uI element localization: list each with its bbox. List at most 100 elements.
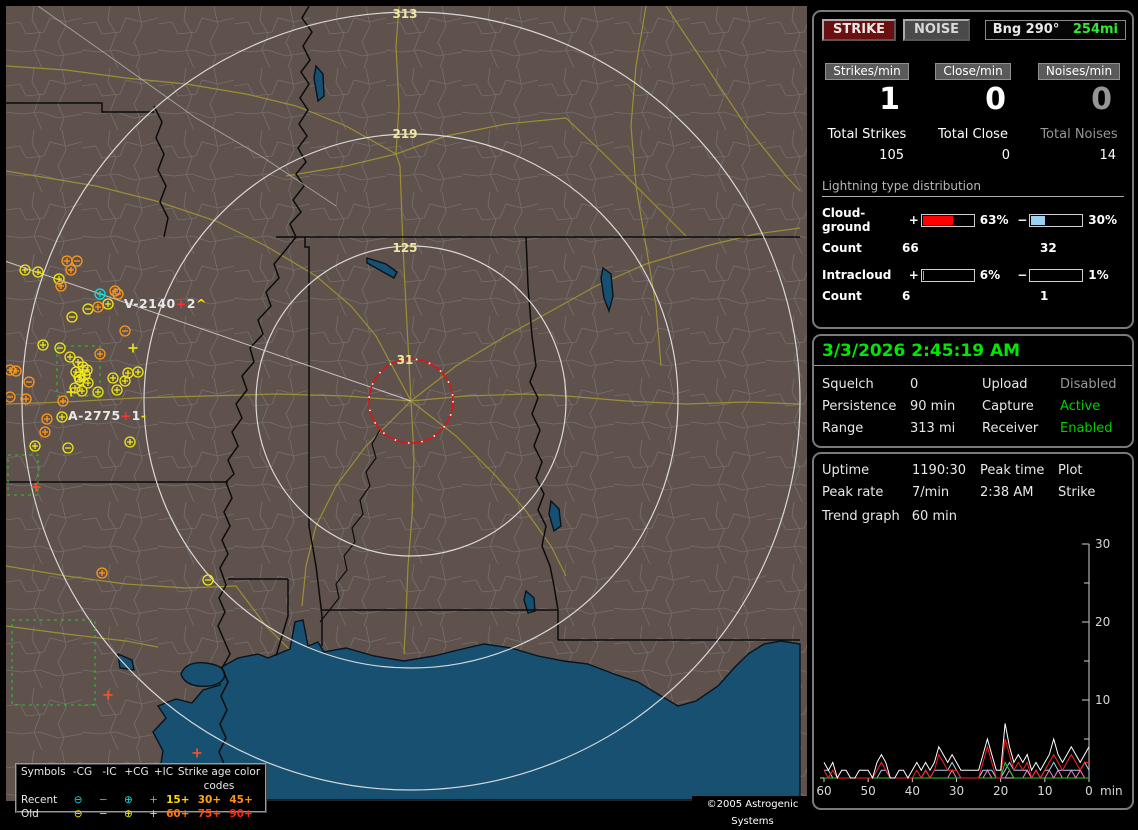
legend-header-row: Symbols -CG -IC +CG +IC Strike age color… — [17, 765, 265, 793]
capture-value: Active — [1060, 399, 1101, 414]
map-canvas: 313 219 125 31 V-2140+2^ A-2775+1- — [0, 5, 807, 801]
noise-mode-button[interactable]: NOISE — [903, 19, 971, 41]
y-tick-label: 20 — [1095, 615, 1110, 629]
total-noises-value: 14 — [1099, 148, 1116, 163]
squelch-label: Squelch — [822, 377, 874, 392]
ic-neg-pct: 1% — [1088, 268, 1109, 282]
ic-pos-icon: + — [149, 808, 158, 820]
legend-age-row-label: Recent — [21, 794, 58, 806]
strikes-per-min-chip: Strikes/min — [825, 63, 909, 80]
cg-pos-count: 66 — [902, 241, 919, 255]
ic-pos-icon: + — [149, 794, 158, 806]
legend-cg-neg-label: -CG — [72, 766, 93, 778]
trend-graph-header: Trend graph 60 min — [814, 500, 1132, 524]
plus-sign: + — [908, 213, 919, 227]
cg-neg-bar — [1029, 213, 1084, 227]
x-tick-label: 20 — [993, 784, 1008, 798]
ring-label-219: 219 — [392, 127, 417, 141]
age-code-30: 30+ — [197, 794, 222, 806]
strike-mode-button[interactable]: STRIKE — [822, 19, 897, 41]
age-code-90: 90+ — [229, 808, 253, 820]
upload-value: Disabled — [1060, 377, 1117, 392]
trend-panel: Uptime 1190:30 Peak time Plot Peak rate … — [812, 452, 1134, 810]
x-axis-unit: min — [1100, 784, 1123, 798]
range-label: Range — [822, 421, 864, 436]
trend-axes — [820, 543, 1090, 782]
lightning-map[interactable]: 313 219 125 31 V-2140+2^ A-2775+1- Symbol… — [0, 5, 813, 827]
noises-rate-value: 0 — [1091, 82, 1112, 117]
total-strikes-value: 105 — [879, 148, 904, 163]
app-root: { "window": { "copyright": "©2005 Astrog… — [0, 0, 1138, 827]
capture-label: Capture — [982, 399, 1034, 414]
status-grid: Squelch 0 Upload Disabled Persistence 90… — [814, 366, 1132, 436]
intracloud-count-row: Count 6 1 — [822, 289, 1124, 303]
lightning-distribution: Lightning type distribution Cloud-ground… — [822, 179, 1124, 303]
legend-age-header: Strike age color codes — [177, 766, 261, 792]
strike-counters-panel: STRIKE NOISE Bng 290° 254mi Strikes/min … — [812, 10, 1134, 329]
x-tick-label: 30 — [949, 784, 964, 798]
age-code-45: 45+ — [229, 794, 253, 806]
cg-neg-icon: ⊖ — [73, 808, 83, 820]
cg-pos-icon: ⊕ — [124, 794, 133, 806]
total-noises-label: Total Noises — [1040, 127, 1118, 142]
ring-label-125: 125 — [392, 241, 417, 255]
range-value: 313 mi — [910, 421, 956, 436]
ic-pos-count: 6 — [902, 289, 911, 303]
legend-row-old: Old ⊖ − ⊕ +60+ 75+ 90+ — [17, 807, 265, 821]
total-strikes-label: Total Strikes — [827, 127, 907, 142]
peak-time-value: 2:38 AM — [980, 485, 1034, 500]
x-tick-label: 40 — [905, 784, 920, 798]
trend-graph-window: 60 min — [911, 509, 957, 524]
legend-row-recent: Recent ⊖ − ⊕ +15+ 30+ 45+ — [17, 793, 265, 807]
peak-time-label: Peak time — [980, 463, 1045, 478]
cg-pos-bar — [920, 213, 975, 227]
trend-graph: 10 20 30 60 50 40 30 20 10 0 min — [816, 537, 1123, 798]
persistence-label: Persistence — [822, 399, 897, 414]
distribution-title: Lightning type distribution — [822, 179, 1124, 197]
receiver-value: Enabled — [1060, 421, 1113, 436]
ic-neg-icon: − — [98, 794, 108, 806]
peak-rate-value: 7/min — [912, 485, 950, 500]
upload-label: Upload — [982, 377, 1028, 392]
cg-pos-icon: ⊕ — [124, 808, 133, 820]
age-code-15: 15+ — [166, 794, 190, 806]
legend-age-row-label: Old — [21, 808, 39, 820]
datetime-display: 3/3/2026 2:45:19 AM — [814, 336, 1132, 366]
total-close-label: Total Close — [938, 127, 1008, 142]
total-close-value: 0 — [1001, 148, 1010, 163]
bearing-range: 254mi — [1072, 22, 1118, 37]
ic-neg-count: 1 — [1040, 289, 1049, 303]
x-tick-label: 60 — [816, 784, 831, 798]
count-label: Count — [822, 241, 862, 255]
count-label: Count — [822, 289, 862, 303]
trend-series-ic-positive — [824, 769, 1089, 780]
trend-graph-label: Trend graph — [822, 509, 900, 524]
y-tick-label: 10 — [1095, 693, 1110, 707]
cloud-ground-row: Cloud-ground + 63% − 30% — [822, 206, 1124, 234]
legend-ic-neg-label: -IC — [102, 766, 117, 778]
y-tick-label: 30 — [1095, 537, 1110, 551]
x-tick-label: 0 — [1085, 784, 1093, 798]
age-code-75: 75+ — [197, 808, 222, 820]
peak-rate-label: Peak rate — [822, 485, 884, 500]
ring-label-31: 31 — [397, 353, 414, 367]
x-tick-label: 50 — [861, 784, 876, 798]
cg-neg-icon: ⊖ — [73, 794, 83, 806]
station-label: A-2775+1- — [68, 408, 147, 423]
cloud-ground-count-row: Count 66 32 — [822, 241, 1124, 255]
status-panel: 3/3/2026 2:45:19 AM Squelch 0 Upload Dis… — [812, 334, 1134, 448]
uptime-value: 1190:30 — [912, 463, 967, 478]
strikes-rate-value: 1 — [879, 82, 900, 117]
intracloud-label: Intracloud — [822, 268, 892, 282]
trend-series-cg-positive — [823, 738, 1089, 780]
age-code-60: 60+ — [166, 808, 190, 820]
close-per-min-chip: Close/min — [935, 63, 1011, 80]
receiver-label: Receiver — [982, 421, 1039, 436]
symbols-legend: Symbols -CG -IC +CG +IC Strike age color… — [15, 763, 267, 820]
cloud-ground-label: Cloud-ground — [822, 206, 871, 234]
bearing-label: Bng 290° — [992, 22, 1060, 37]
plot-mode-value: Strike — [1058, 485, 1096, 500]
copyright-bar: ©2005 Astrogenic Systems — [692, 796, 813, 827]
minus-sign: − — [1017, 268, 1028, 282]
bearing-readout: Bng 290° 254mi — [984, 20, 1126, 40]
